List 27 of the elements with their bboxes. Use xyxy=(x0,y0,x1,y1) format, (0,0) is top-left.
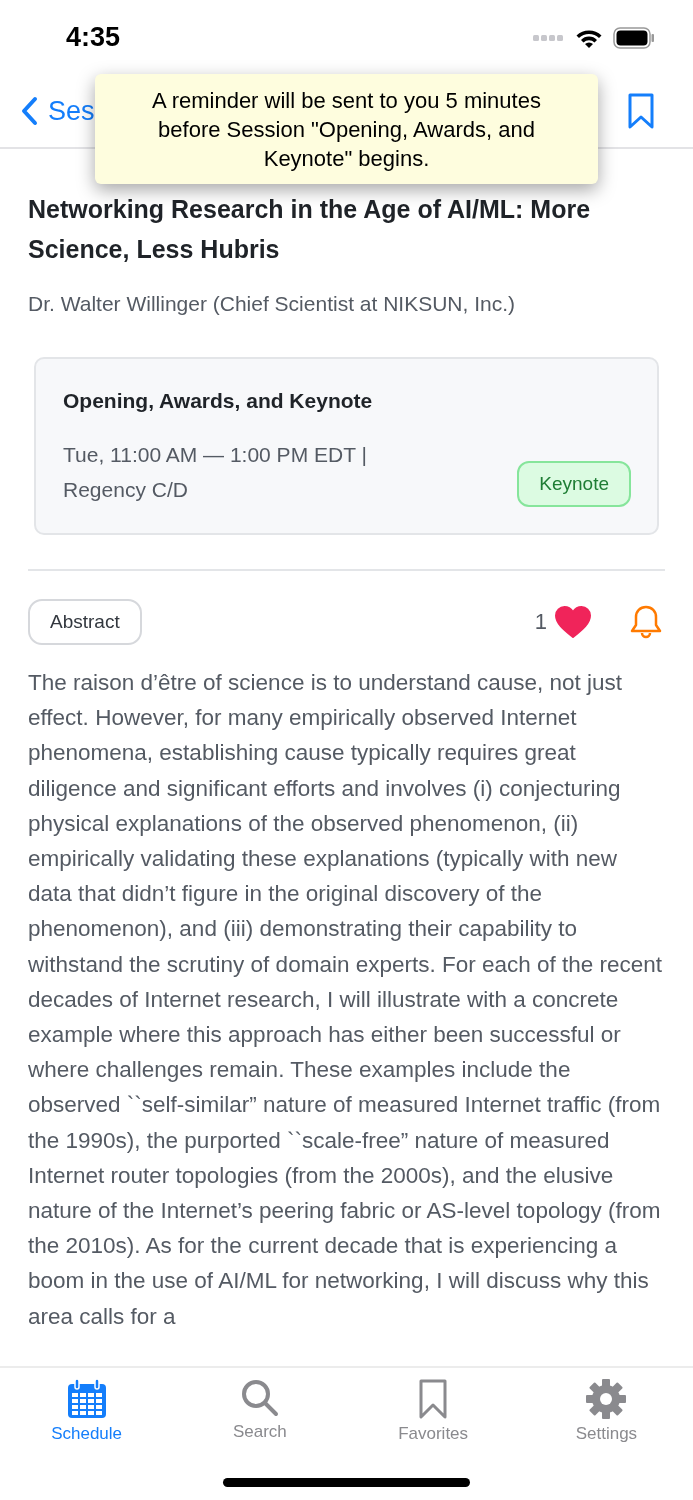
tab[interactable]: Search xyxy=(173,1368,347,1500)
status-time: 4:35 xyxy=(66,22,121,53)
tab[interactable]: Schedule xyxy=(0,1368,174,1500)
like-count: 1 xyxy=(534,609,547,635)
session-card[interactable]: Opening, Awards, and Keynote Tue, 11:00 AM — 1:00 PM EDT | Regency C/D Keynote xyxy=(34,357,659,535)
chevron-icon xyxy=(20,96,38,126)
bell-icon[interactable] xyxy=(629,604,663,640)
search-icon xyxy=(239,1378,280,1418)
battery-icon xyxy=(613,26,655,49)
reminder-toast: A reminder will be sent to you 5 minutes before Session "Opening, Awards, and Keynote" begins. xyxy=(95,74,598,184)
session-time: Tue, 11:00 AM — 1:00 PM EDT | xyxy=(63,442,367,468)
bookmark-icon xyxy=(418,1378,449,1420)
settings-icon xyxy=(585,1378,628,1420)
abstract-text: The raison d’être of science is to understand cause, not just effect. However, for many empirically observed Internet phenomena, establishing cause typically requires great diligence and significant efforts and involves (i) conjecturing physical explanations of the observed phenomenon, (ii) empirically validating these explanations (typically with new data that didn’t figure in the original discovery of the phenomenon), and (iii) demonstrating their capability to withstand the scrutiny of domain experts. For each of the recent decades of Internet research, I will illustrate with a concrete example where this approach has either been successful or where challenges remain. These examples include the observed ``self-similar” nature of measured Internet traffic (from the 1990s), the purported ``scale-free” nature of measured Internet router topologies (from the 2000s), and the elusive nature of the Internet’s peering fabric or AS-level topology (from the 2010s). As for the current decade that is experiencing a boom in the use of AI/ML for networking, I will discuss why this area calls for a xyxy=(28,669,664,1331)
calendar-icon xyxy=(65,1378,108,1420)
session-title: Opening, Awards, and Keynote xyxy=(63,389,374,413)
back-button[interactable]: Ses xyxy=(20,95,95,127)
tab[interactable]: Favorites xyxy=(346,1368,520,1500)
bookmark-icon[interactable] xyxy=(627,93,655,129)
abstract-button[interactable]: Abstract xyxy=(28,599,142,645)
tab[interactable]: Settings xyxy=(519,1368,693,1500)
session-room: Regency C/D xyxy=(63,477,189,503)
signal-icon xyxy=(533,33,565,42)
speaker-name: Dr. Walter Willinger (Chief Scientist at NIKSUN, Inc.) xyxy=(28,291,516,317)
session-tag: Keynote xyxy=(517,461,631,507)
talk-title: Networking Research in the Age of AI/ML: More Science, Less Hubris xyxy=(28,194,592,265)
heart-icon[interactable] xyxy=(555,606,591,638)
